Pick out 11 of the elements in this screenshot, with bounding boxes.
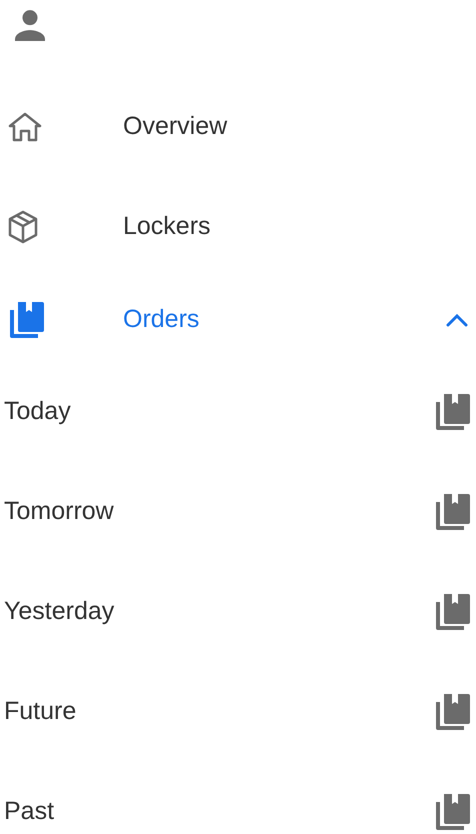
sub-nav-link[interactable]: Future: [4, 693, 434, 731]
home-icon: [8, 112, 42, 142]
nav-item[interactable]: Overview: [0, 77, 476, 177]
box-icon: [8, 210, 38, 244]
sub-nav-link[interactable]: Past: [4, 793, 434, 831]
chevron-up-icon[interactable]: [446, 312, 468, 326]
sub-nav-link[interactable]: Today: [4, 393, 434, 431]
nav-item[interactable]: Orders: [0, 277, 476, 362]
sub-nav-link[interactable]: Yesterday: [4, 593, 434, 631]
nav-item[interactable]: Lockers: [0, 177, 476, 277]
sub-nav-link[interactable]: Tomorrow: [4, 493, 434, 531]
